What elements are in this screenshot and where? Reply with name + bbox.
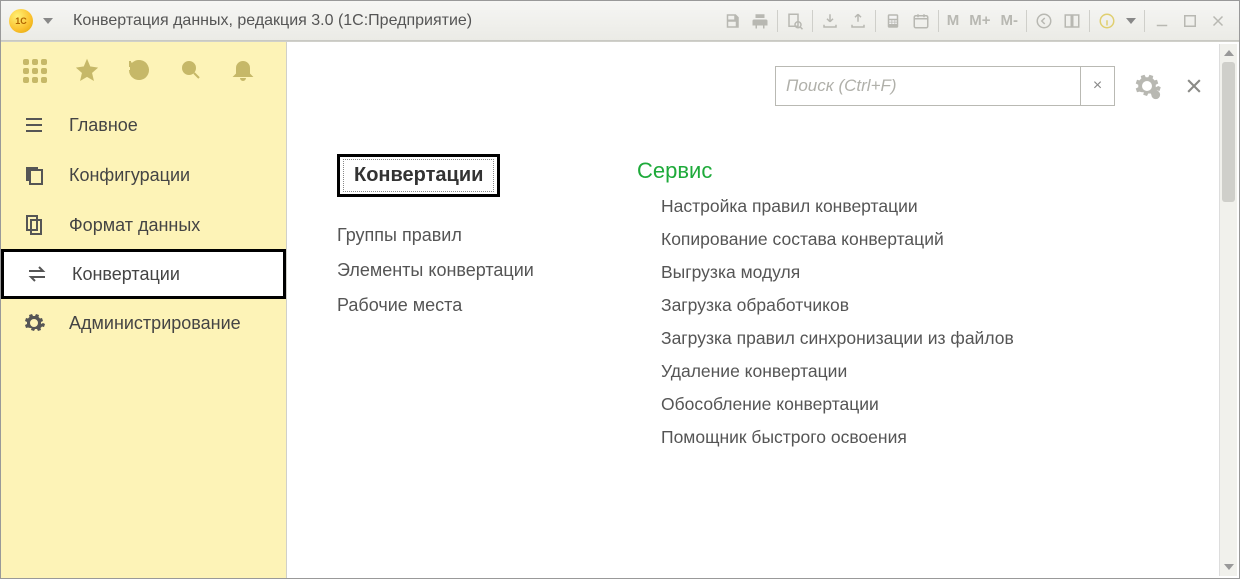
panels-icon[interactable]: [1059, 8, 1085, 34]
sidebar-item-label: Главное: [69, 115, 138, 136]
sidebar-item-label: Конвертации: [72, 264, 180, 285]
sidebar-item-configurations[interactable]: Конфигурации: [1, 150, 286, 200]
window-title: Конвертация данных, редакция 3.0 (1С:Пре…: [73, 12, 472, 30]
calculator-icon[interactable]: [880, 8, 906, 34]
search-icon[interactable]: [179, 58, 203, 85]
heading-service: Сервис: [637, 158, 1057, 184]
link-copy-composition[interactable]: Копирование состава конвертаций: [661, 229, 1057, 250]
main-topbar: ×: [337, 64, 1209, 108]
search-input[interactable]: [776, 67, 1080, 105]
scroll-down-icon[interactable]: [1220, 558, 1237, 576]
history-icon[interactable]: [127, 58, 151, 85]
search-clear-button[interactable]: ×: [1080, 67, 1114, 105]
main: × Конвертации Группы п: [287, 42, 1239, 578]
info-icon[interactable]: [1094, 8, 1120, 34]
apps-grid-icon[interactable]: [23, 59, 47, 83]
star-icon[interactable]: [75, 58, 99, 85]
sidebar-item-conversions[interactable]: Конвертации: [1, 249, 286, 299]
linklist-left: Группы правил Элементы конвертации Рабоч…: [337, 225, 597, 316]
tray-up-icon[interactable]: [845, 8, 871, 34]
link-setup-rules[interactable]: Настройка правил конвертации: [661, 196, 1057, 217]
info-dropdown[interactable]: [1122, 1, 1140, 41]
link-rule-groups[interactable]: Группы правил: [337, 225, 597, 246]
calendar-icon[interactable]: [908, 8, 934, 34]
link-export-module[interactable]: Выгрузка модуля: [661, 262, 1057, 283]
documents-icon: [21, 212, 47, 238]
settings-gear-icon[interactable]: [1127, 66, 1167, 106]
titlebar-menu-dropdown[interactable]: [39, 1, 57, 41]
heading-text: Конвертации: [343, 159, 494, 192]
panel-close-icon[interactable]: [1179, 66, 1209, 106]
vertical-scrollbar[interactable]: [1219, 44, 1237, 576]
app-body: Главное Конфигурации Формат данных: [1, 41, 1239, 578]
app-logo-text: 1С: [15, 16, 27, 26]
sidebar-item-label: Конфигурации: [69, 165, 190, 186]
sidebar-item-label: Администрирование: [69, 313, 241, 334]
search-box: ×: [775, 66, 1115, 106]
memory-mplus-button[interactable]: M+: [965, 12, 994, 29]
app-logo-icon: 1С: [9, 9, 33, 33]
link-load-handlers[interactable]: Загрузка обработчиков: [661, 295, 1057, 316]
sidebar-item-label: Формат данных: [69, 215, 200, 236]
scroll-thumb[interactable]: [1222, 62, 1235, 202]
link-workplaces[interactable]: Рабочие места: [337, 295, 597, 316]
heading-conversions[interactable]: Конвертации: [337, 154, 500, 197]
sidebar-item-admin[interactable]: Администрирование: [1, 298, 286, 348]
tray-down-icon[interactable]: [817, 8, 843, 34]
stack-icon: [21, 162, 47, 188]
sidebar-item-format[interactable]: Формат данных: [1, 200, 286, 250]
print-icon[interactable]: [747, 8, 773, 34]
memory-mminus-button[interactable]: M-: [997, 12, 1023, 29]
titlebar-tools: M M+ M-: [719, 1, 1231, 41]
minimize-button[interactable]: [1149, 8, 1175, 34]
link-quick-help[interactable]: Помощник быстрого освоения: [661, 427, 1057, 448]
link-delete-conversion[interactable]: Удаление конвертации: [661, 361, 1057, 382]
titlebar: 1С Конвертация данных, редакция 3.0 (1С:…: [1, 1, 1239, 41]
maximize-button[interactable]: [1177, 8, 1203, 34]
sidebar-nav: Главное Конфигурации Формат данных: [1, 100, 286, 348]
sidebar: Главное Конфигурации Формат данных: [1, 42, 287, 578]
preview-icon[interactable]: [782, 8, 808, 34]
link-conversion-elements[interactable]: Элементы конвертации: [337, 260, 597, 281]
swap-icon: [24, 261, 50, 287]
close-button[interactable]: [1205, 8, 1231, 34]
menu-icon: [21, 112, 47, 138]
link-load-sync-rules[interactable]: Загрузка правил синхронизации из файлов: [661, 328, 1057, 349]
scroll-up-icon[interactable]: [1220, 44, 1237, 62]
scroll-track[interactable]: [1220, 62, 1237, 558]
column-left: Конвертации Группы правил Элементы конве…: [337, 154, 597, 448]
memory-m-button[interactable]: M: [943, 12, 964, 29]
sidebar-toolbar: [1, 42, 286, 100]
save-icon[interactable]: [719, 8, 745, 34]
back-icon[interactable]: [1031, 8, 1057, 34]
content-columns: Конвертации Группы правил Элементы конве…: [337, 154, 1209, 448]
gear-icon: [21, 310, 47, 336]
bell-icon[interactable]: [231, 58, 255, 85]
app-window: 1С Конвертация данных, редакция 3.0 (1С:…: [0, 0, 1240, 579]
link-isolate-conversion[interactable]: Обособление конвертации: [661, 394, 1057, 415]
sidebar-item-main[interactable]: Главное: [1, 100, 286, 150]
column-right: Сервис Настройка правил конвертации Копи…: [637, 154, 1057, 448]
linklist-right: Настройка правил конвертации Копирование…: [637, 196, 1057, 448]
